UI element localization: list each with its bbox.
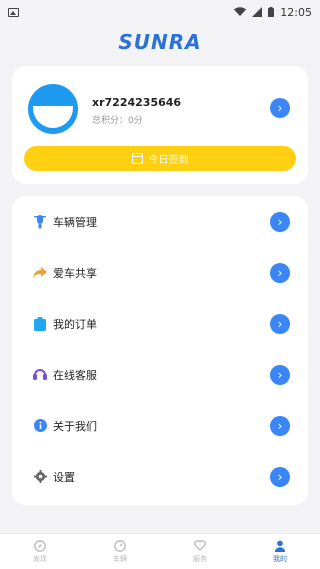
status-time: 12:05 [280,5,312,19]
status-right: 12:05 [234,6,312,19]
chevron-right-icon: › [270,466,290,487]
username: xr7224235646 [92,96,182,109]
menu-item-about-us[interactable]: 关于我们 › [12,400,308,451]
menu-item-settings[interactable]: 设置 › [12,451,308,502]
person-icon [274,539,287,552]
gallery-icon [8,7,19,17]
battery-icon [268,7,275,17]
info-icon [33,419,47,433]
clipboard-icon [33,316,47,331]
menu-item-car-share[interactable]: 爱车共享 › [12,247,308,298]
scooter-icon [33,215,47,229]
status-bar: 12:05 [0,0,320,24]
compass-icon [34,539,47,552]
chevron-right-icon: › [270,364,290,385]
menu-item-my-orders[interactable]: 我的订单 › [12,298,308,349]
menu-item-label: 我的订单 [53,317,97,331]
tab-label: 服务 [193,555,207,563]
tab-vehicle[interactable]: 车辆 [80,534,160,569]
chevron-right-icon: › [270,313,290,334]
wifi-icon [234,7,247,16]
headset-icon [33,368,47,382]
tab-service[interactable]: 服务 [160,534,240,569]
status-left [8,7,234,17]
tab-label: 我的 [273,555,287,563]
menu-item-label: 设置 [53,470,75,484]
gear-icon [33,470,47,484]
chevron-right-icon: › [270,211,290,232]
heart-icon [194,539,207,552]
chevron-right-icon: › [270,415,290,436]
tab-label: 发现 [33,555,47,563]
chevron-right-icon: › [277,101,283,115]
avatar[interactable] [28,84,78,134]
gauge-icon [114,539,127,552]
menu-card: 车辆管理 › 爱车共享 › 我的订单 › 在线客服 › 关于我们 › 设置 › [12,196,308,505]
tab-label: 车辆 [113,555,127,563]
tab-discover[interactable]: 发现 [0,534,80,569]
chevron-right-icon: › [270,262,290,283]
menu-item-label: 关于我们 [53,419,97,433]
profile-card: xr7224235646 总积分：0分 › 今日签到 [12,66,308,184]
menu-item-vehicle-management[interactable]: 车辆管理 › [12,196,308,247]
bottom-tab-bar: 发现 车辆 服务 我的 [0,533,320,569]
calendar-check-icon [131,153,143,164]
checkin-label: 今日签到 [148,155,189,166]
menu-item-label: 在线客服 [53,368,97,382]
menu-item-label: 车辆管理 [53,215,97,229]
tab-mine[interactable]: 我的 [240,534,320,569]
share-arrow-icon [33,266,47,280]
signal-icon [252,7,263,17]
points-text: 总积分：0分 [92,116,143,126]
profile-detail-button[interactable]: › [270,98,290,118]
menu-item-online-support[interactable]: 在线客服 › [12,349,308,400]
menu-item-label: 爱车共享 [53,266,97,280]
checkin-button[interactable]: 今日签到 [24,146,296,171]
brand-logo: SUNRA [0,30,320,54]
brand-logo-text: SUNRA [118,30,202,54]
